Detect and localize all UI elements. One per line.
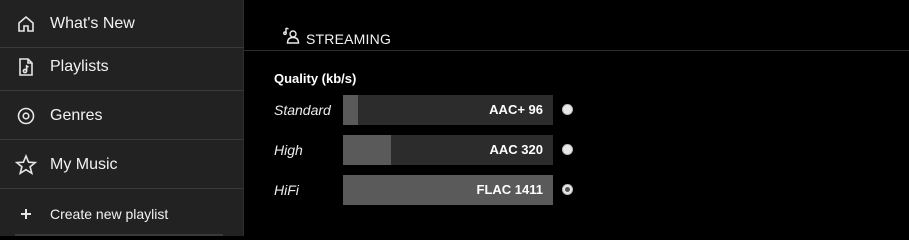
sidebar-item-label: What's New — [50, 14, 135, 32]
sidebar-item-playlists[interactable]: Playlists — [0, 43, 244, 91]
quality-bitrate-label: AAC+ 96 — [489, 102, 543, 117]
sidebar-item-label: My Music — [50, 155, 118, 173]
home-icon — [15, 13, 37, 35]
streaming-user-icon — [282, 26, 300, 44]
quality-option-label: High — [274, 142, 303, 158]
quality-radio-button[interactable] — [562, 184, 573, 195]
sidebar-item-my-music[interactable]: My Music — [0, 141, 244, 189]
sidebar-item-whats-new[interactable]: What's New — [0, 0, 244, 48]
star-icon — [15, 153, 37, 176]
quality-bitrate-label: FLAC 1411 — [476, 182, 543, 197]
quality-bar[interactable]: FLAC 1411 — [343, 175, 553, 205]
quality-option-row: HiFi FLAC 1411 — [244, 175, 909, 205]
sidebar-item-label: Playlists — [50, 57, 109, 75]
quality-heading: Quality (kb/s) — [274, 71, 357, 86]
section-title: STREAMING — [306, 31, 392, 47]
main-panel: STREAMING Quality (kb/s) Standard AAC+ 96… — [244, 0, 909, 236]
quality-bar[interactable]: AAC 320 — [343, 135, 553, 165]
quality-option-label: Standard — [274, 102, 331, 118]
create-playlist-label: Create new playlist — [50, 206, 169, 222]
playlist-file-icon — [15, 56, 37, 78]
section-header: STREAMING — [244, 0, 909, 51]
sidebar-item-genres[interactable]: Genres — [0, 92, 244, 140]
quality-bar-fill — [343, 95, 358, 125]
quality-option-row: Standard AAC+ 96 — [244, 95, 909, 125]
plus-icon — [15, 203, 37, 225]
quality-option-row: High AAC 320 — [244, 135, 909, 165]
quality-radio-button[interactable] — [562, 104, 573, 115]
divider — [15, 234, 223, 236]
quality-bar-fill — [343, 135, 391, 165]
quality-radio-button[interactable] — [562, 144, 573, 155]
sidebar-item-label: Genres — [50, 106, 103, 124]
vinyl-icon — [15, 105, 37, 127]
quality-option-label: HiFi — [274, 182, 299, 198]
sidebar: What's New Playlists Genres My Music Cre… — [0, 0, 244, 236]
quality-bar[interactable]: AAC+ 96 — [343, 95, 553, 125]
quality-bitrate-label: AAC 320 — [489, 142, 543, 157]
create-playlist-button[interactable]: Create new playlist — [0, 190, 244, 238]
